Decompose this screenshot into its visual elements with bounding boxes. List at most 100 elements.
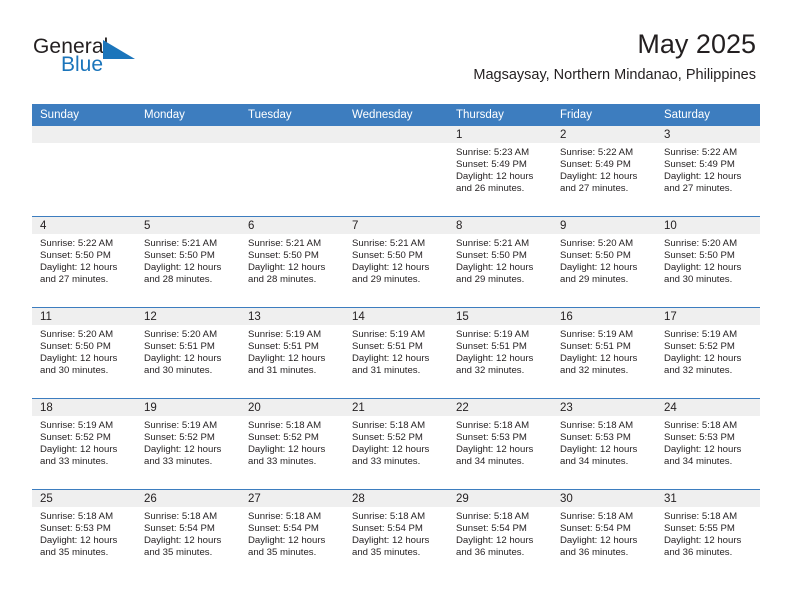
day-cell[interactable]: 26 Sunrise: 5:18 AM Sunset: 5:54 PM Dayl… [136,489,240,580]
day-cell[interactable]: 29 Sunrise: 5:18 AM Sunset: 5:54 PM Dayl… [448,489,552,580]
day-number: 3 [656,126,760,143]
brand-logo[interactable]: General Blue [33,36,233,82]
day-cell[interactable]: 27 Sunrise: 5:18 AM Sunset: 5:54 PM Dayl… [240,489,344,580]
day-cell[interactable]: 25 Sunrise: 5:18 AM Sunset: 5:53 PM Dayl… [32,489,136,580]
sunset-text: Sunset: 5:54 PM [144,523,215,535]
weekday-header-wednesday: Wednesday [344,104,448,126]
daylight-text-line2: and 29 minutes. [352,274,421,286]
daylight-text-line2: and 35 minutes. [248,547,317,559]
sunset-text: Sunset: 5:50 PM [560,250,631,262]
day-cell[interactable]: 18 Sunrise: 5:19 AM Sunset: 5:52 PM Dayl… [32,398,136,490]
week-row: 1 Sunrise: 5:23 AM Sunset: 5:49 PM Dayli… [32,126,760,217]
day-cell[interactable]: 23 Sunrise: 5:18 AM Sunset: 5:53 PM Dayl… [552,398,656,490]
daylight-text-line2: and 35 minutes. [144,547,213,559]
sunrise-text: Sunrise: 5:20 AM [664,238,738,249]
daylight-text-line1: Daylight: 12 hours [664,171,742,183]
day-cell[interactable]: 21 Sunrise: 5:18 AM Sunset: 5:52 PM Dayl… [344,398,448,490]
day-cell[interactable]: 30 Sunrise: 5:18 AM Sunset: 5:54 PM Dayl… [552,489,656,580]
sunrise-text: Sunrise: 5:22 AM [560,147,634,158]
day-cell[interactable] [344,126,448,217]
day-cell[interactable]: 12 Sunrise: 5:20 AM Sunset: 5:51 PM Dayl… [136,307,240,399]
sunrise-text: Sunrise: 5:20 AM [40,329,114,340]
sunrise-text: Sunrise: 5:18 AM [40,511,114,522]
day-details: Sunrise: 5:21 AM Sunset: 5:50 PM Dayligh… [240,234,344,286]
day-cell[interactable] [240,126,344,217]
sunset-text: Sunset: 5:50 PM [352,250,423,262]
day-cell[interactable]: 13 Sunrise: 5:19 AM Sunset: 5:51 PM Dayl… [240,307,344,399]
brand-name-blue: Blue [61,53,104,76]
sunset-text: Sunset: 5:49 PM [664,159,735,171]
sunset-text: Sunset: 5:51 PM [352,341,423,353]
day-details: Sunrise: 5:18 AM Sunset: 5:55 PM Dayligh… [656,507,760,559]
day-cell[interactable]: 9 Sunrise: 5:20 AM Sunset: 5:50 PM Dayli… [552,216,656,308]
day-cell[interactable]: 31 Sunrise: 5:18 AM Sunset: 5:55 PM Dayl… [656,489,760,580]
daylight-text-line1: Daylight: 12 hours [560,171,638,183]
day-cell[interactable]: 6 Sunrise: 5:21 AM Sunset: 5:50 PM Dayli… [240,216,344,308]
day-cell[interactable]: 24 Sunrise: 5:18 AM Sunset: 5:53 PM Dayl… [656,398,760,490]
day-details: Sunrise: 5:21 AM Sunset: 5:50 PM Dayligh… [136,234,240,286]
day-cell[interactable]: 15 Sunrise: 5:19 AM Sunset: 5:51 PM Dayl… [448,307,552,399]
daylight-text-line2: and 33 minutes. [40,456,109,468]
day-details: Sunrise: 5:18 AM Sunset: 5:54 PM Dayligh… [448,507,552,559]
daylight-text-line2: and 32 minutes. [664,365,733,377]
day-number: 6 [240,217,344,234]
sunset-text: Sunset: 5:52 PM [664,341,735,353]
day-cell[interactable]: 17 Sunrise: 5:19 AM Sunset: 5:52 PM Dayl… [656,307,760,399]
day-cell[interactable]: 19 Sunrise: 5:19 AM Sunset: 5:52 PM Dayl… [136,398,240,490]
sunrise-text: Sunrise: 5:19 AM [456,329,530,340]
sunrise-text: Sunrise: 5:18 AM [560,511,634,522]
day-number: 20 [240,399,344,416]
day-number: 27 [240,490,344,507]
calendar-body: 1 Sunrise: 5:23 AM Sunset: 5:49 PM Dayli… [32,126,760,580]
day-cell[interactable]: 5 Sunrise: 5:21 AM Sunset: 5:50 PM Dayli… [136,216,240,308]
daylight-text-line1: Daylight: 12 hours [560,444,638,456]
daylight-text-line1: Daylight: 12 hours [664,262,742,274]
day-cell[interactable]: 14 Sunrise: 5:19 AM Sunset: 5:51 PM Dayl… [344,307,448,399]
day-details: Sunrise: 5:18 AM Sunset: 5:54 PM Dayligh… [240,507,344,559]
day-cell[interactable]: 2 Sunrise: 5:22 AM Sunset: 5:49 PM Dayli… [552,126,656,217]
daylight-text-line1: Daylight: 12 hours [664,535,742,547]
day-cell[interactable]: 3 Sunrise: 5:22 AM Sunset: 5:49 PM Dayli… [656,126,760,217]
daylight-text-line1: Daylight: 12 hours [456,444,534,456]
day-number: 1 [448,126,552,143]
day-number: 29 [448,490,552,507]
daylight-text-line2: and 30 minutes. [40,365,109,377]
day-number: 17 [656,308,760,325]
day-cell[interactable]: 4 Sunrise: 5:22 AM Sunset: 5:50 PM Dayli… [32,216,136,308]
day-details: Sunrise: 5:18 AM Sunset: 5:53 PM Dayligh… [656,416,760,468]
day-details: Sunrise: 5:20 AM Sunset: 5:50 PM Dayligh… [656,234,760,286]
sunrise-text: Sunrise: 5:21 AM [352,238,426,249]
day-cell[interactable]: 16 Sunrise: 5:19 AM Sunset: 5:51 PM Dayl… [552,307,656,399]
day-cell[interactable]: 11 Sunrise: 5:20 AM Sunset: 5:50 PM Dayl… [32,307,136,399]
daylight-text-line1: Daylight: 12 hours [352,353,430,365]
triangle-flag-icon [103,40,135,59]
day-cell[interactable]: 10 Sunrise: 5:20 AM Sunset: 5:50 PM Dayl… [656,216,760,308]
daylight-text-line1: Daylight: 12 hours [248,262,326,274]
day-cell[interactable]: 22 Sunrise: 5:18 AM Sunset: 5:53 PM Dayl… [448,398,552,490]
sunset-text: Sunset: 5:51 PM [144,341,215,353]
daylight-text-line1: Daylight: 12 hours [144,535,222,547]
day-details: Sunrise: 5:19 AM Sunset: 5:52 PM Dayligh… [136,416,240,468]
day-cell[interactable]: 28 Sunrise: 5:18 AM Sunset: 5:54 PM Dayl… [344,489,448,580]
sunrise-text: Sunrise: 5:18 AM [456,511,530,522]
sunrise-text: Sunrise: 5:20 AM [144,329,218,340]
daylight-text-line1: Daylight: 12 hours [664,444,742,456]
day-cell[interactable]: 8 Sunrise: 5:21 AM Sunset: 5:50 PM Dayli… [448,216,552,308]
day-cell[interactable] [136,126,240,217]
day-number: 22 [448,399,552,416]
daylight-text-line2: and 35 minutes. [40,547,109,559]
daylight-text-line2: and 28 minutes. [144,274,213,286]
day-number [136,126,240,143]
daylight-text-line2: and 27 minutes. [664,183,733,195]
sunrise-text: Sunrise: 5:19 AM [352,329,426,340]
day-details: Sunrise: 5:23 AM Sunset: 5:49 PM Dayligh… [448,143,552,195]
day-cell[interactable]: 20 Sunrise: 5:18 AM Sunset: 5:52 PM Dayl… [240,398,344,490]
day-cell[interactable] [32,126,136,217]
day-number [240,126,344,143]
sunset-text: Sunset: 5:53 PM [456,432,527,444]
sunset-text: Sunset: 5:52 PM [352,432,423,444]
sunset-text: Sunset: 5:50 PM [144,250,215,262]
day-cell[interactable]: 1 Sunrise: 5:23 AM Sunset: 5:49 PM Dayli… [448,126,552,217]
day-cell[interactable]: 7 Sunrise: 5:21 AM Sunset: 5:50 PM Dayli… [344,216,448,308]
sunset-text: Sunset: 5:53 PM [40,523,111,535]
